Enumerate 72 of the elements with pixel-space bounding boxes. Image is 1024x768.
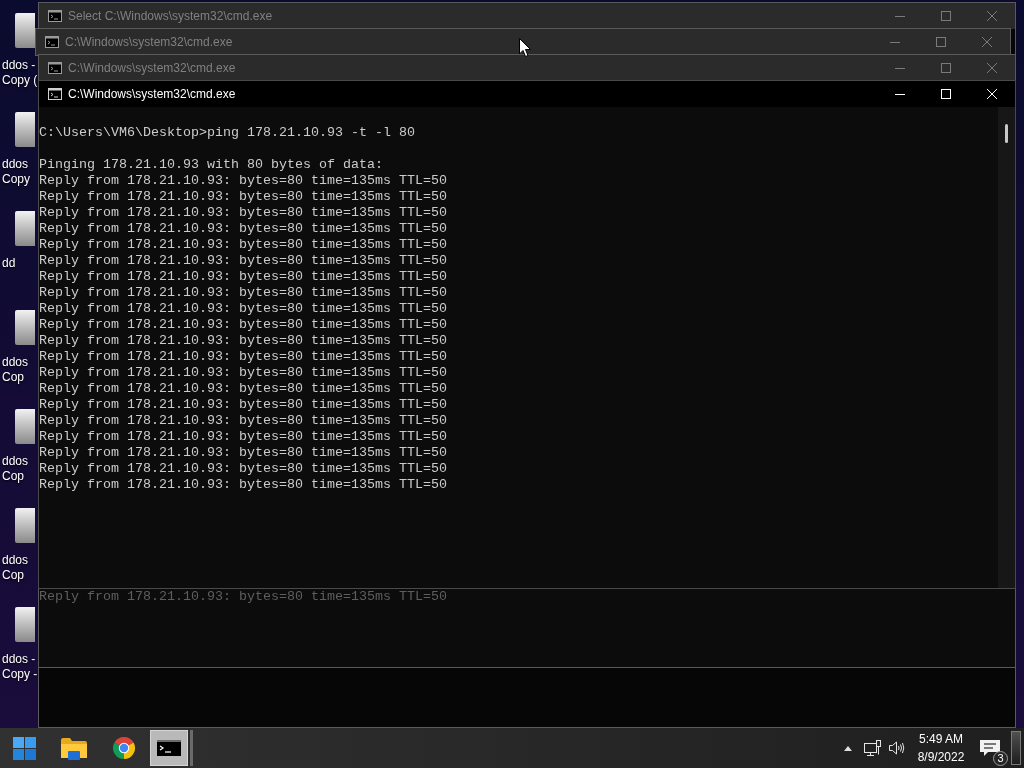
minimize-icon	[890, 41, 900, 43]
console-line: Reply from 178.21.10.93: bytes=80 time=135ms TTL=50	[39, 301, 448, 317]
console-line: Reply from 178.21.10.93: bytes=80 time=135ms TTL=50	[39, 429, 448, 445]
caret-up-icon	[844, 745, 852, 751]
console-line: Reply from 178.21.10.93: bytes=80 time=135ms TTL=50	[39, 205, 448, 221]
network-icon	[863, 739, 881, 757]
icon-label[interactable]: ddos Cop	[0, 553, 38, 583]
notification-badge: 3	[993, 751, 1008, 766]
console-line: Reply from 178.21.10.93: bytes=80 time=135ms TTL=50	[39, 285, 448, 301]
console-line: Reply from 178.21.10.93: bytes=80 time=135ms TTL=50	[39, 317, 448, 333]
file-icon[interactable]	[15, 211, 35, 246]
icon-label[interactable]: ddos - Copy -	[0, 652, 38, 682]
icon-label[interactable]: ddos Cop	[0, 454, 38, 484]
windows-logo-icon	[12, 736, 36, 760]
console-line: Reply from 178.21.10.93: bytes=80 time=135ms TTL=50	[39, 381, 448, 397]
window-title: C:\Windows\system32\cmd.exe	[68, 60, 236, 76]
file-icon[interactable]	[15, 112, 35, 147]
icon-label[interactable]: ddos Cop	[0, 355, 38, 385]
terminal-icon	[48, 88, 62, 100]
console-line: Reply from 178.21.10.93: bytes=80 time=135ms TTL=50	[39, 397, 448, 413]
minimize-icon	[895, 93, 905, 95]
close-icon	[982, 37, 992, 47]
console-line: Reply from 178.21.10.93: bytes=80 time=135ms TTL=50	[39, 173, 448, 189]
terminal-icon	[157, 740, 181, 756]
browser-icon	[112, 736, 136, 760]
console-line: Reply from 178.21.10.93: bytes=80 time=135ms TTL=50	[39, 189, 448, 205]
window-title: C:\Windows\system32\cmd.exe	[65, 34, 233, 50]
terminal-icon	[48, 62, 62, 74]
icon-label[interactable]: ddos - Copy (	[0, 58, 38, 88]
window-title: C:\Windows\system32\cmd.exe	[68, 86, 236, 102]
close-icon	[987, 63, 997, 73]
scrollbar-thumb[interactable]	[1005, 124, 1008, 143]
close-icon	[987, 11, 997, 21]
console-line: Reply from 178.21.10.93: bytes=80 time=135ms TTL=50	[39, 333, 448, 349]
console-line: Reply from 178.21.10.93: bytes=80 time=135ms TTL=50	[39, 253, 448, 269]
folder-icon	[61, 736, 87, 760]
console-line: Reply from 178.21.10.93: bytes=80 time=135ms TTL=50	[39, 237, 448, 253]
close-icon	[987, 89, 997, 99]
console-line: Reply from 178.21.10.93: bytes=80 time=135ms TTL=50	[39, 461, 448, 477]
maximize-icon	[941, 11, 951, 21]
scrollbar[interactable]	[998, 107, 1015, 588]
console-line: Reply from 178.21.10.93: bytes=80 time=135ms TTL=50	[39, 349, 448, 365]
file-icon[interactable]	[15, 310, 35, 345]
maximize-icon	[941, 63, 951, 73]
command-line: C:\Users\VM6\Desktop>ping 178.21.10.93 -t -l 80	[39, 125, 416, 141]
file-icon[interactable]	[15, 409, 35, 444]
console-line: Reply from 178.21.10.93: bytes=80 time=135ms TTL=50	[39, 269, 448, 285]
console-line: Reply from 178.21.10.93: bytes=80 time=135ms TTL=50	[39, 413, 448, 429]
show-desktop-button[interactable]	[1011, 731, 1021, 765]
message-icon	[980, 739, 1000, 757]
file-icon[interactable]	[15, 607, 35, 642]
icon-label[interactable]: ddos Copy	[0, 157, 38, 187]
maximize-icon	[936, 37, 946, 47]
file-icon[interactable]	[15, 13, 35, 48]
icon-label[interactable]: dd	[0, 256, 38, 271]
speaker-icon	[889, 741, 905, 755]
console-line: Reply from 178.21.10.93: bytes=80 time=135ms TTL=50	[39, 477, 448, 493]
console-line: Reply from 178.21.10.93: bytes=80 time=135ms TTL=50	[39, 365, 448, 381]
terminal-icon	[45, 36, 59, 48]
notifications-button[interactable]: 3	[972, 728, 1008, 768]
terminal-button[interactable]	[150, 730, 188, 766]
console-line: Reply from 178.21.10.93: bytes=80 time=135ms TTL=50	[39, 589, 448, 605]
maximize-icon	[941, 89, 951, 99]
window-title: Select C:\Windows\system32\cmd.exe	[68, 8, 273, 24]
clock-button[interactable]: 5:49 AM 8/9/2022	[910, 728, 972, 768]
console-line: Reply from 178.21.10.93: bytes=80 time=135ms TTL=50	[39, 445, 448, 461]
file-icon[interactable]	[15, 508, 35, 543]
console-line: Reply from 178.21.10.93: bytes=80 time=135ms TTL=50	[39, 221, 448, 237]
minimize-icon	[895, 15, 905, 17]
console-line: Pinging 178.21.10.93 with 80 bytes of data:	[39, 157, 384, 173]
minimize-icon	[895, 67, 905, 69]
terminal-icon	[48, 10, 62, 22]
